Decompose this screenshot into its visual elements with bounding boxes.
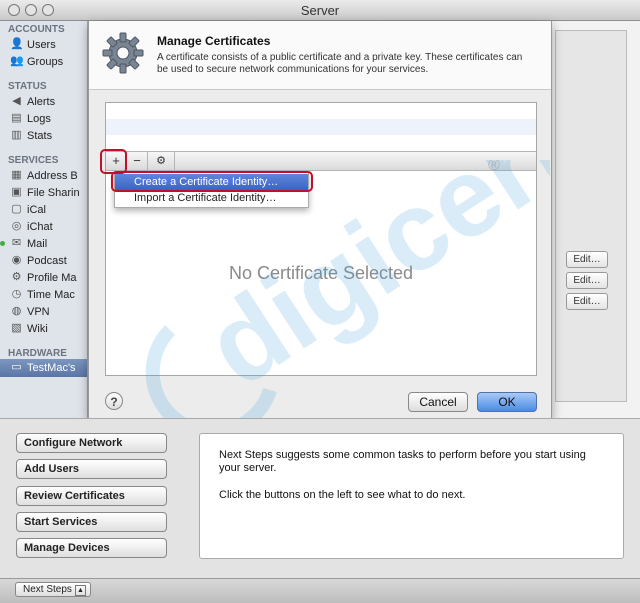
stats-icon: ▥ [11,129,22,141]
sidebar-item-ichat[interactable]: ◎ iChat [12,219,53,235]
sidebar-item-podcast[interactable]: ◉ Podcast [12,253,67,269]
empty-state-label: No Certificate Selected [228,263,414,283]
user-icon: 👤 [10,38,24,50]
section-header-hardware: HARDWARE [8,348,67,359]
configure-network-button[interactable]: Configure Network [16,433,167,453]
sidebar-item-groups[interactable]: 👥 Groups [10,54,63,70]
sidebar-item-vpn[interactable]: ◍ VPN [12,304,50,320]
cancel-button[interactable]: Cancel [408,392,468,412]
ichat-icon: ◎ [11,220,22,232]
sidebar-item-time-machine[interactable]: ◷ Time Mac [12,287,75,303]
section-header-status: STATUS [8,81,47,92]
profile-manager-icon: ⚙ [11,271,22,283]
menu-item-highlight [111,171,313,192]
certificate-gear-icon [102,32,144,74]
section-header-accounts: ACCOUNTS [8,24,65,35]
help-button[interactable]: ? [105,392,123,410]
logs-icon: ▤ [11,112,22,124]
manage-devices-button[interactable]: Manage Devices [16,538,167,558]
review-certificates-button[interactable]: Review Certificates [16,486,167,506]
sidebar-item-wiki[interactable]: ▧ Wiki [11,321,47,337]
section-header-services: SERVICES [8,155,59,166]
sidebar-item-users[interactable]: 👤 Users [10,37,56,53]
settings-panel [555,30,627,402]
ok-button[interactable]: OK [477,392,537,412]
address-book-icon: ▦ [11,169,22,181]
alerts-icon: ◀ [12,95,21,107]
vpn-icon: ◍ [11,305,22,317]
sidebar: ACCOUNTS 👤 Users 👥 Groups STATUS ◀ Alerts ▤… [0,21,88,418]
manage-certificates-sheet: Manage Certificates A certificate consis… [88,21,552,419]
edit-button-2[interactable]: Edit… [566,272,608,289]
podcast-icon: ◉ [11,254,22,266]
remove-certificate-button[interactable]: − [127,152,148,170]
sheet-title: Manage Certificates [157,34,271,48]
menu-item-import-certificate-identity[interactable]: Import a Certificate Identity… [115,190,308,206]
sidebar-item-ical[interactable]: ▢ iCal [11,202,46,218]
add-users-button[interactable]: Add Users [16,459,167,479]
ical-icon: ▢ [11,203,22,215]
start-services-button[interactable]: Start Services [16,512,167,532]
next-steps-toggle-button[interactable]: Next Steps ▲ [15,582,91,597]
wiki-icon: ▧ [11,322,22,334]
sheet-header: Manage Certificates A certificate consis… [89,21,551,90]
window-title: Server [300,3,340,18]
next-steps-intro: Next Steps suggests some common tasks to… [219,449,586,474]
computer-icon: ▭ [11,361,22,373]
mail-icon: ✉ [11,237,22,249]
title-bar: Server [0,0,640,21]
status-bar [0,578,640,603]
next-steps-instruction: Click the buttons on the left to see wha… [219,489,466,501]
list-row [106,119,536,135]
sidebar-item-alerts[interactable]: ◀ Alerts [12,94,55,110]
list-toolbar: + − ⚙ [106,151,536,171]
sidebar-item-testmac[interactable]: ▭ TestMac's [11,360,75,376]
sidebar-item-mail[interactable]: ✉ Mail [0,236,47,252]
sidebar-item-address-book[interactable]: ▦ Address B [11,168,77,184]
service-running-indicator [0,241,5,246]
certificate-list[interactable]: + − ⚙ [105,102,537,376]
edit-button-1[interactable]: Edit… [566,251,608,268]
sidebar-item-file-sharing[interactable]: ▣ File Sharin [11,185,79,201]
chevron-up-icon: ▲ [74,585,86,596]
sidebar-item-stats[interactable]: ▥ Stats [11,128,52,144]
time-machine-icon: ◷ [11,288,22,300]
sidebar-item-logs[interactable]: ▤ Logs [11,111,51,127]
group-icon: 👥 [10,55,24,67]
edit-button-3[interactable]: Edit… [566,293,608,310]
file-sharing-icon: ▣ [11,186,22,198]
action-gear-icon[interactable]: ⚙ [148,152,175,170]
sheet-description: A certificate consists of a public certi… [157,52,523,75]
sidebar-item-profile-manager[interactable]: ⚙ Profile Ma [12,270,77,286]
